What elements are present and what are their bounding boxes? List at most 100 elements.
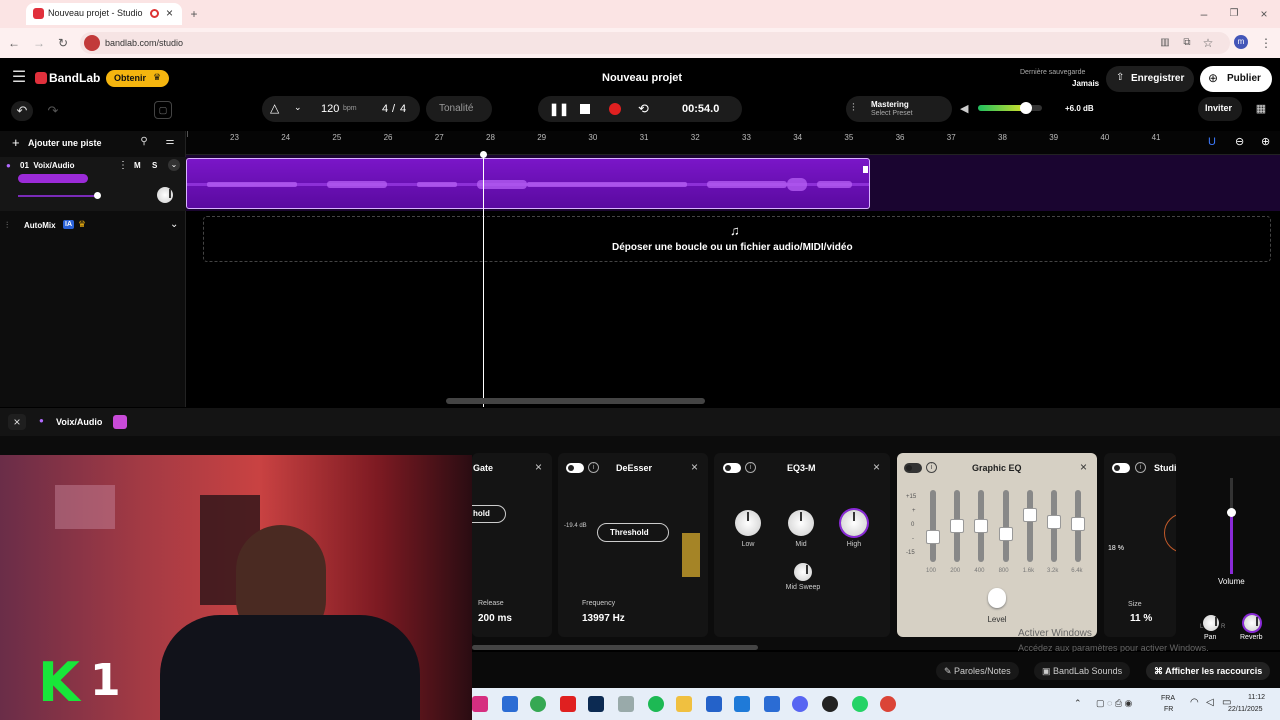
studio-reverb-size-value[interactable]: 11 % xyxy=(1130,613,1152,624)
fx-graphic-eq-close-icon[interactable]: × xyxy=(1080,460,1087,474)
fx-deesser-close-icon[interactable]: × xyxy=(691,460,698,474)
new-tab-icon[interactable]: + xyxy=(186,6,202,22)
track-settings-icon[interactable]: ⚌ xyxy=(163,136,177,147)
bandlab-sounds-button[interactable]: ▣ BandLab Sounds xyxy=(1034,662,1131,680)
solo-button[interactable]: S xyxy=(152,161,157,170)
browser-tab[interactable]: Nouveau projet - Studio × xyxy=(26,3,182,25)
time-display[interactable]: 00:54.0 xyxy=(682,103,719,115)
track-menu-icon[interactable]: ⋮ xyxy=(118,160,128,171)
stop-icon[interactable] xyxy=(580,104,590,114)
hamburger-menu-icon[interactable]: ☰ xyxy=(10,70,28,86)
eq-band-fader[interactable] xyxy=(950,519,965,533)
dock-horizontal-scrollbar[interactable] xyxy=(472,645,758,650)
timeline-ruler[interactable]: 23 24 25 26 27 28 29 30 31 32 33 34 35 36 37 38 39 40 41 xyxy=(186,131,1280,155)
project-title[interactable]: Nouveau projet xyxy=(602,72,682,84)
eq3m-toggle[interactable] xyxy=(723,463,741,473)
brand-name[interactable]: BandLab xyxy=(49,71,100,85)
deesser-info-icon[interactable]: i xyxy=(588,462,599,473)
site-info-icon[interactable] xyxy=(84,35,100,51)
restore-window-icon[interactable]: ❐ xyxy=(1226,6,1242,22)
close-window-icon[interactable]: × xyxy=(1256,6,1272,22)
key-button[interactable]: Tonalité xyxy=(426,96,492,122)
volume-icon[interactable]: ◁ xyxy=(1206,697,1214,708)
drop-zone[interactable]: ♫ Déposer une boucle ou un fichier audio… xyxy=(203,216,1271,262)
fx-gate-close-icon[interactable]: × xyxy=(535,460,542,474)
eq3m-mid-sweep-knob[interactable] xyxy=(794,563,812,581)
master-volume-handle[interactable] xyxy=(1020,102,1032,114)
install-app-icon[interactable]: ⧉ xyxy=(1179,35,1195,51)
track-pan-knob[interactable] xyxy=(157,187,173,203)
discord-icon[interactable] xyxy=(792,696,808,712)
input-device-badge[interactable] xyxy=(18,174,88,183)
mastering-button[interactable]: ⫶ Mastering Select Preset xyxy=(846,96,952,122)
studio-reverb-toggle[interactable] xyxy=(1112,463,1130,473)
track-volume-fader-handle[interactable] xyxy=(1227,508,1236,517)
get-premium-button[interactable]: Obtenir ♛ xyxy=(106,70,169,87)
eq3m-info-icon[interactable]: i xyxy=(745,462,756,473)
graphic-eq-info-icon[interactable]: i xyxy=(926,462,937,473)
zoom-in-icon[interactable]: ⊕ xyxy=(1261,135,1270,148)
deesser-toggle[interactable] xyxy=(566,463,584,473)
spotify-icon[interactable] xyxy=(648,696,664,712)
chrome-icon[interactable] xyxy=(530,696,546,712)
wifi-icon[interactable]: ◠ xyxy=(1190,697,1199,708)
track-volume-handle[interactable] xyxy=(94,192,101,199)
gate-dropdown[interactable]: hold xyxy=(472,505,506,523)
url-input[interactable]: bandlab.com/studio xyxy=(80,32,1230,54)
metronome-dropdown-icon[interactable]: ⌄ xyxy=(294,102,302,113)
time-signature-numerator[interactable]: 4 xyxy=(382,103,388,115)
redo-icon[interactable]: ↷ xyxy=(42,101,64,121)
file-explorer-icon[interactable] xyxy=(502,696,518,712)
save-button[interactable]: ⇧ Enregistrer xyxy=(1106,66,1194,92)
automix-row[interactable]: ⫶ AutoMix IA ♛ ⌄ xyxy=(0,215,186,237)
eq-band-fader[interactable] xyxy=(1047,515,1061,529)
browser-menu-icon[interactable]: ⋮ xyxy=(1258,35,1274,51)
eq-band-fader[interactable] xyxy=(1022,508,1037,522)
profile-avatar[interactable]: m xyxy=(1234,35,1248,49)
eq3m-low-knob[interactable] xyxy=(735,510,761,536)
pause-icon[interactable]: ❚❚ xyxy=(549,102,569,116)
tab-close-icon[interactable]: × xyxy=(166,6,173,20)
forward-icon[interactable]: → xyxy=(31,35,47,51)
eq-band-fader[interactable] xyxy=(974,519,989,533)
undo-icon[interactable]: ↶ xyxy=(11,101,33,121)
invite-button[interactable]: Inviter xyxy=(1198,97,1242,121)
eq-band-fader[interactable] xyxy=(1071,517,1086,531)
graphic-eq-toggle[interactable] xyxy=(904,463,922,473)
master-volume-slider[interactable] xyxy=(978,102,1042,114)
github-icon[interactable] xyxy=(822,696,838,712)
language-line-2[interactable]: FR xyxy=(1164,706,1173,713)
vscode-icon[interactable] xyxy=(734,696,750,712)
files-icon[interactable] xyxy=(618,696,634,712)
eq3m-mid-knob[interactable] xyxy=(788,510,814,536)
reload-icon[interactable]: ↻ xyxy=(55,35,71,51)
playhead[interactable] xyxy=(480,151,487,407)
reverb-knob[interactable] xyxy=(1244,615,1260,631)
lyrics-notes-button[interactable]: ✎ Paroles/Notes xyxy=(936,662,1019,680)
back-icon[interactable]: ← xyxy=(6,35,22,51)
playhead-handle[interactable] xyxy=(480,151,487,158)
bpm-value[interactable]: 120 xyxy=(321,103,339,115)
magic-wand-icon[interactable]: ⚲ xyxy=(137,136,151,147)
loop-icon[interactable]: ⟲ xyxy=(638,101,649,117)
clock-date[interactable]: 22/11/2025 xyxy=(1228,706,1263,713)
level-knob[interactable] xyxy=(988,588,1006,608)
youtube-icon[interactable] xyxy=(560,696,576,712)
close-dock-icon[interactable]: × xyxy=(8,414,26,430)
clip-resize-handle[interactable] xyxy=(863,166,868,173)
audio-clip[interactable] xyxy=(186,158,870,209)
eq-band-fader[interactable] xyxy=(998,527,1013,541)
app-icon[interactable] xyxy=(764,696,780,712)
fx-eq3m-close-icon[interactable]: × xyxy=(873,460,880,474)
bookmark-star-icon[interactable]: ☆ xyxy=(1200,35,1216,51)
record-icon[interactable] xyxy=(609,103,621,115)
track-name[interactable]: 01 Voix/Audio xyxy=(20,161,75,170)
pan-knob[interactable] xyxy=(1203,615,1219,631)
horizontal-scrollbar[interactable] xyxy=(446,398,705,404)
speaker-icon[interactable]: ◀ xyxy=(960,102,968,115)
snap-magnet-icon[interactable]: U xyxy=(1208,136,1216,148)
add-track-button[interactable]: + Ajouter une piste xyxy=(6,134,110,152)
store-icon[interactable] xyxy=(706,696,722,712)
metronome-icon[interactable]: △ xyxy=(270,101,279,115)
reading-mode-icon[interactable]: ▥ xyxy=(1157,35,1173,51)
